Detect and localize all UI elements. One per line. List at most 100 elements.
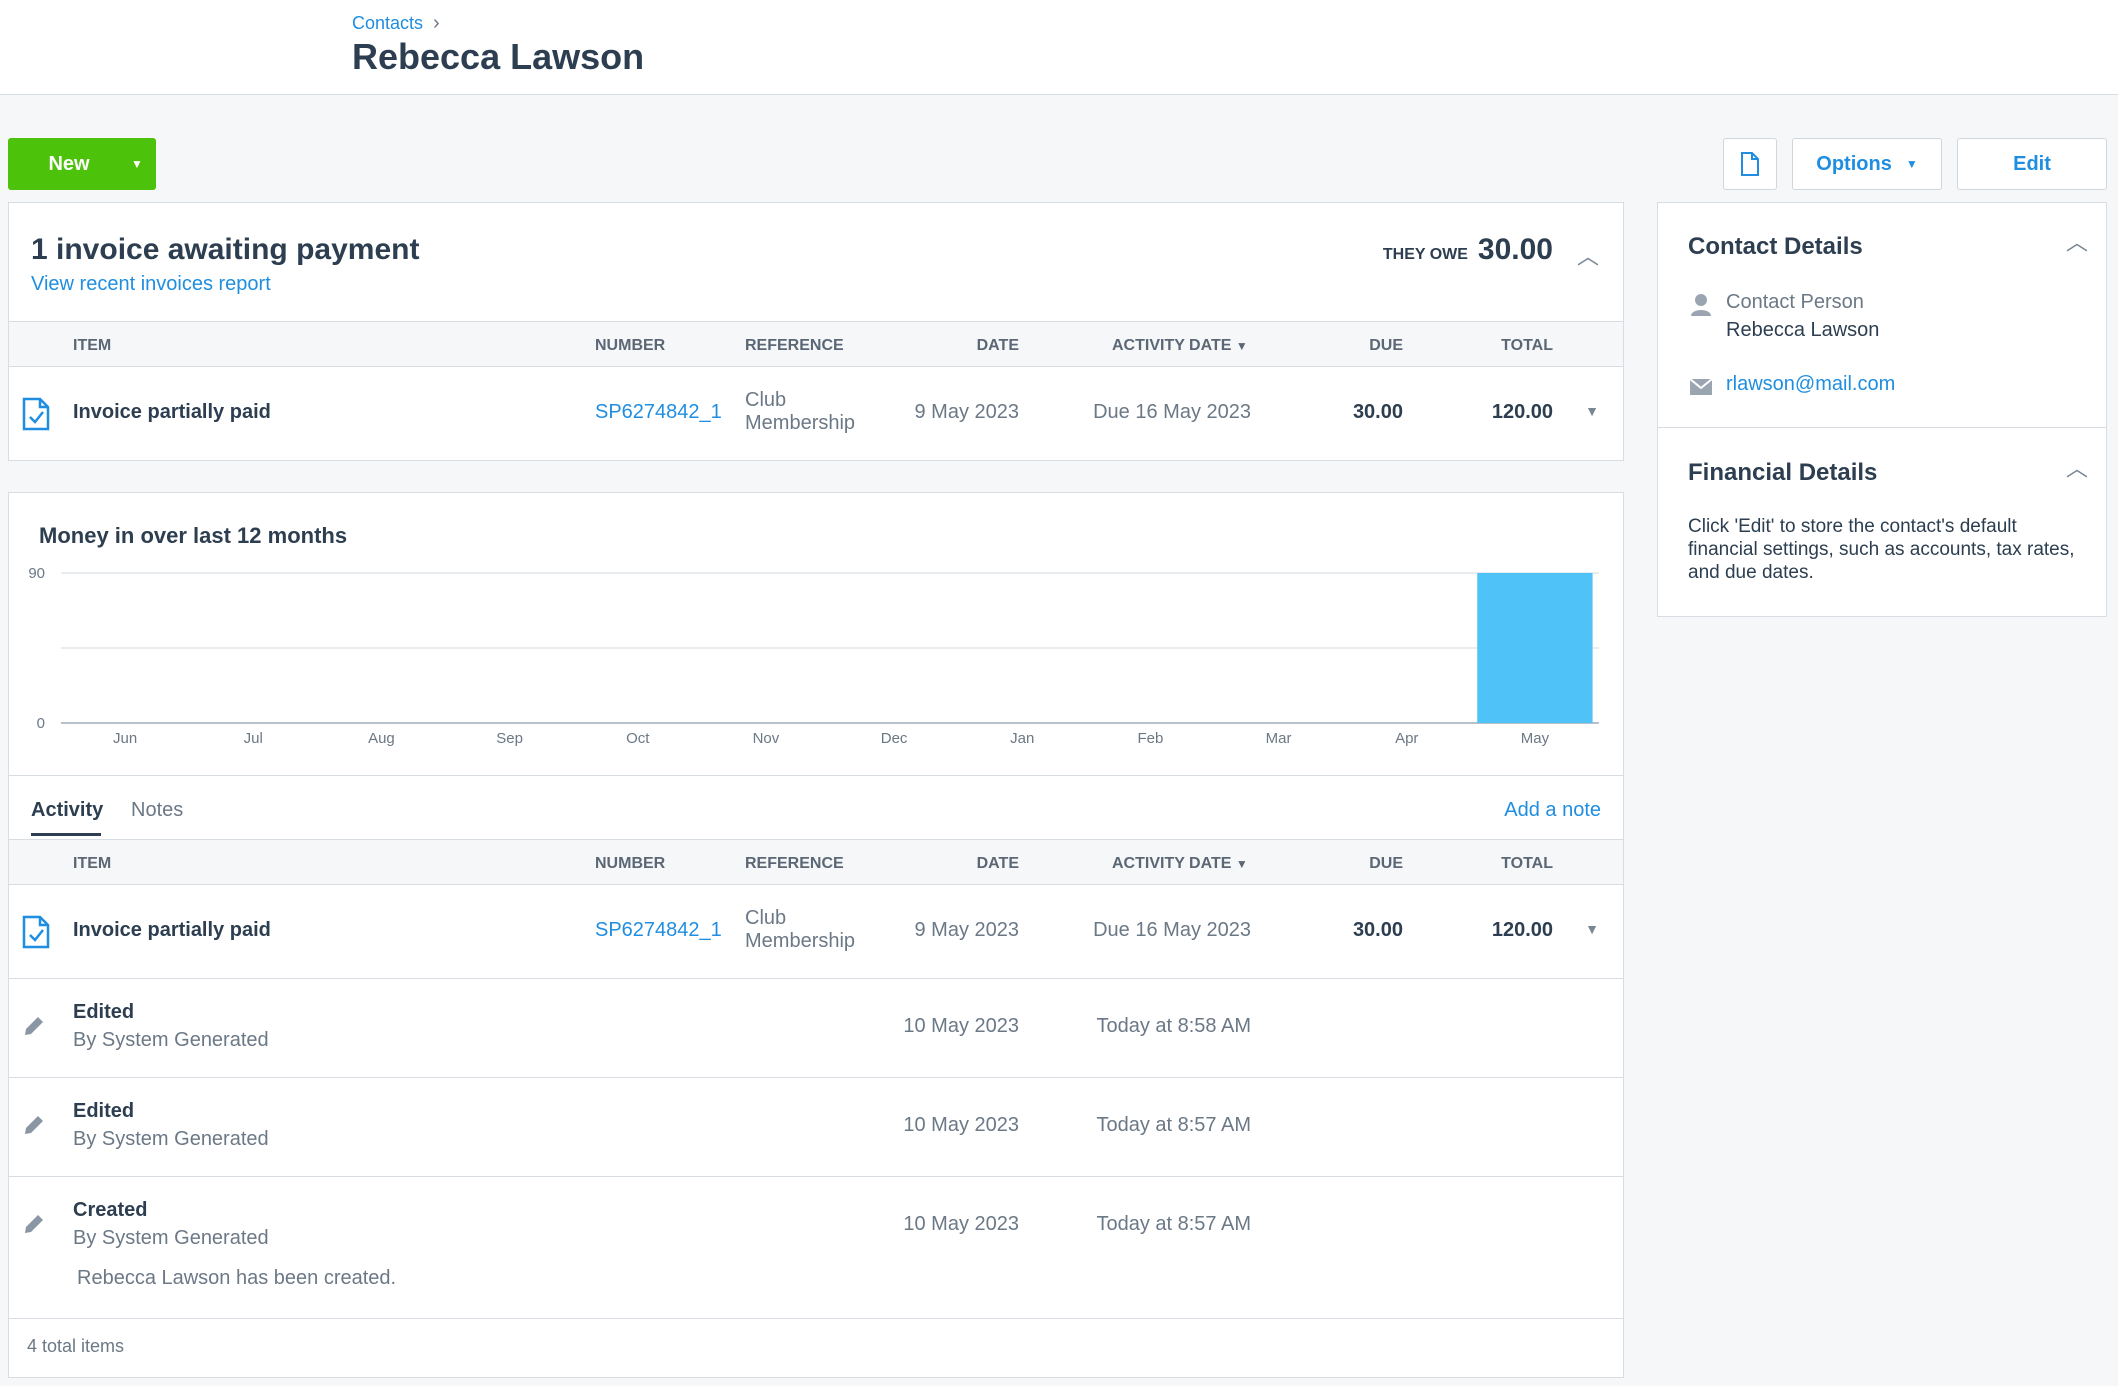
contact-side-panel: Contact Details ︿ Contact Person Rebecca… (1657, 202, 2107, 617)
activity-time: Today at 8:57 AM (1096, 1114, 1251, 1136)
table-row[interactable]: Invoice partially paid SP6274842_1 Club M… (9, 885, 1623, 979)
edit-button[interactable]: Edit (1957, 138, 2107, 190)
money-in-activity-card: Money in over last 12 months 0 90 Jun Jul Au… (8, 492, 1624, 1378)
row-menu-chevron-icon[interactable]: ▼ (1585, 403, 1599, 419)
row-menu-chevron-icon[interactable]: ▼ (1585, 921, 1599, 937)
col-total: TOTAL (1501, 337, 1553, 354)
invoice-due: 30.00 (1352, 401, 1403, 423)
activity-by: By System Generated (73, 1029, 269, 1051)
breadcrumb-contacts-link[interactable]: Contacts (352, 13, 423, 34)
add-note-link[interactable]: Add a note (1504, 799, 1601, 822)
col-due: DUE (1369, 855, 1403, 872)
envelope-icon (1690, 379, 1712, 395)
chart-title: Money in over last 12 months (39, 523, 348, 548)
chevron-down-icon: ▼ (1905, 157, 1918, 171)
they-owe-value: 30.00 (1477, 233, 1553, 266)
invoice-activity-date: Due 16 May 2023 (1093, 401, 1251, 423)
pencil-icon (21, 1112, 47, 1143)
activity-title: Edited (73, 1001, 135, 1023)
x-tick-label: May (1521, 730, 1550, 747)
breadcrumb: Contacts › (352, 12, 440, 35)
collapse-chevron-icon[interactable]: ︿ (1577, 239, 1599, 271)
col-total: TOTAL (1501, 855, 1553, 872)
recent-invoices-report-link[interactable]: View recent invoices report (31, 273, 271, 296)
x-tick-label: Jul (244, 730, 263, 747)
financial-details-heading: Financial Details (1688, 459, 1878, 486)
options-button[interactable]: Options ▼ (1792, 138, 1942, 190)
col-number: NUMBER (595, 337, 666, 354)
total-items: 4 total items (27, 1336, 125, 1356)
y-tick-label: 0 (37, 715, 45, 732)
contact-details-heading: Contact Details (1688, 233, 1863, 260)
activity-date: 10 May 2023 (903, 1015, 1019, 1037)
awaiting-title: 1 invoice awaiting payment (31, 233, 420, 266)
activity-by: By System Generated (73, 1227, 269, 1249)
invoice-date: 9 May 2023 (914, 919, 1019, 941)
invoice-title[interactable]: Invoice partially paid (73, 919, 271, 942)
invoice-title[interactable]: Invoice partially paid (73, 401, 271, 424)
invoice-check-icon (21, 915, 51, 954)
table-row[interactable]: Invoice partially paid SP6274842_1 Club M… (9, 367, 1623, 461)
activity-row: Edited By System Generated 10 May 2023 T… (9, 1078, 1623, 1177)
money-in-chart: 0 90 Jun Jul Aug Sep Oct Nov Dec Jan Feb Mar Apr May (28, 565, 1599, 747)
col-item: ITEM (73, 855, 112, 872)
invoice-total: 120.00 (1491, 401, 1553, 423)
activity-table-header: ITEM NUMBER REFERENCE DATE ACTIVITY DATE… (9, 839, 1623, 885)
person-icon (1691, 294, 1711, 316)
tab-activity[interactable]: Activity (31, 799, 103, 822)
col-activity-date[interactable]: ACTIVITY DATE ▼ (1112, 337, 1248, 355)
activity-title: Edited (73, 1100, 135, 1122)
tab-activity-underline (31, 833, 101, 836)
reference-line2: Membership (745, 412, 856, 434)
collapse-chevron-icon[interactable]: ︿ (2066, 225, 2088, 257)
tab-notes[interactable]: Notes (131, 799, 183, 822)
x-tick-label: Jan (1010, 730, 1034, 747)
activity-row: Created By System Generated 10 May 2023 … (9, 1177, 1623, 1319)
activity-date: 10 May 2023 (903, 1114, 1019, 1136)
x-tick-label: Nov (753, 730, 780, 747)
col-due: DUE (1369, 337, 1403, 354)
new-button-label: New (48, 152, 90, 175)
x-tick-label: Feb (1137, 730, 1163, 747)
financial-details-text: Click 'Edit' to store the contact's defa… (1688, 516, 2075, 583)
invoice-table-header: ITEM NUMBER REFERENCE DATE ACTIVITY DATE… (9, 321, 1623, 367)
x-tick-label: Mar (1266, 730, 1292, 747)
print-document-button[interactable] (1723, 138, 1777, 190)
col-reference: REFERENCE (745, 337, 844, 354)
new-button[interactable]: New ▼ (8, 138, 156, 190)
col-number: NUMBER (595, 855, 666, 872)
activity-note: Rebecca Lawson has been created. (77, 1267, 397, 1289)
invoices-awaiting-card: 1 invoice awaiting payment View recent i… (8, 202, 1624, 461)
chart-bar (1477, 573, 1593, 723)
activity-row: Edited By System Generated 10 May 2023 T… (9, 979, 1623, 1078)
they-owe: THEY OWE 30.00 (1383, 233, 1553, 267)
collapse-chevron-icon[interactable]: ︿ (2066, 451, 2088, 483)
col-date: DATE (976, 337, 1019, 354)
x-tick-label: Aug (368, 730, 395, 747)
x-tick-label: Dec (881, 730, 908, 747)
chevron-down-icon[interactable]: ▼ (118, 157, 156, 171)
breadcrumb-separator: › (433, 12, 440, 34)
invoice-reference: Club Membership (745, 389, 875, 435)
invoice-number-link[interactable]: SP6274842_1 (595, 401, 722, 424)
sort-down-icon: ▼ (1235, 339, 1248, 353)
activity-by: By System Generated (73, 1128, 269, 1150)
contact-person-label: Contact Person (1726, 291, 1864, 313)
they-owe-label: THEY OWE (1382, 246, 1468, 263)
col-activity-date[interactable]: ACTIVITY DATE ▼ (1112, 855, 1248, 873)
x-tick-label: Oct (626, 730, 650, 747)
x-tick-label: Apr (1395, 730, 1418, 747)
tabs-divider (9, 775, 1623, 776)
side-divider (1658, 427, 2106, 428)
contact-person-name: Rebecca Lawson (1726, 319, 1880, 341)
page-title: Rebecca Lawson (352, 36, 645, 77)
document-icon (1741, 152, 1759, 176)
reference-line1: Club (745, 907, 787, 929)
y-tick-label: 90 (28, 565, 45, 582)
contact-email-link[interactable]: rlawson@mail.com (1726, 373, 1895, 396)
invoice-number-link[interactable]: SP6274842_1 (595, 919, 722, 942)
invoice-check-icon (21, 397, 51, 436)
page-header: Contacts › Rebecca Lawson (0, 0, 2118, 95)
pencil-icon (21, 1013, 47, 1044)
invoice-due: 30.00 (1352, 919, 1403, 941)
